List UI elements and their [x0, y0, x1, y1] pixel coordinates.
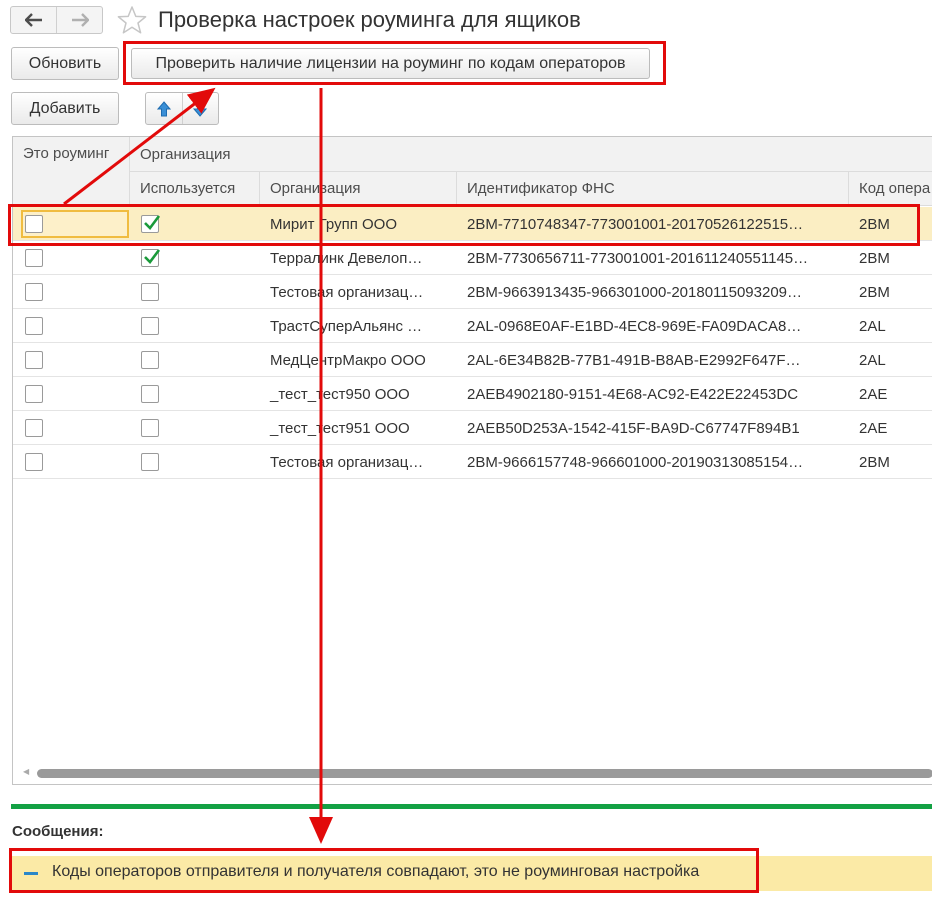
is-roaming-checkbox[interactable] — [25, 385, 43, 403]
checkmark-icon — [144, 249, 161, 264]
column-group-organization: Организация — [130, 137, 932, 172]
organization-cell: Тестовая организац… — [270, 283, 424, 301]
add-button[interactable]: Добавить — [11, 92, 119, 125]
used-checkbox[interactable] — [141, 283, 159, 301]
arrow-left-icon — [24, 13, 42, 27]
operator-code-cell: 2AE — [859, 419, 888, 437]
table-row[interactable]: Тестовая организац… 2BM-9663913435-96630… — [13, 275, 932, 309]
column-header-operator-code[interactable]: Код опера — [849, 172, 932, 206]
used-checkbox[interactable] — [141, 317, 159, 335]
used-checkbox[interactable] — [141, 249, 161, 267]
operator-code-cell: 2AL — [859, 317, 886, 335]
table-row[interactable]: Терралинк Девелоп… 2BM-7730656711-773001… — [13, 241, 932, 275]
operator-code-cell: 2BM — [859, 249, 890, 267]
is-roaming-checkbox[interactable] — [25, 419, 43, 437]
arrow-up-icon — [156, 100, 171, 116]
horizontal-scrollbar[interactable] — [37, 769, 932, 778]
arrow-right-icon — [71, 13, 89, 27]
history-nav — [10, 6, 103, 34]
organization-cell: ТрастСуперАльянс … — [270, 317, 423, 335]
highlight-message — [9, 848, 759, 893]
move-up-button[interactable] — [146, 93, 182, 124]
table-row[interactable]: _тест_тест950 ООО 2AEB4902180-9151-4E68-… — [13, 377, 932, 411]
fns-id-cell: 2AEB50D253A-1542-415F-BA9D-C67747F894B1 — [467, 419, 800, 437]
is-roaming-checkbox[interactable] — [25, 317, 43, 335]
used-checkbox[interactable] — [141, 453, 159, 471]
column-header-organization[interactable]: Организация — [260, 172, 457, 206]
star-icon — [117, 6, 147, 34]
column-header-fns-id[interactable]: Идентификатор ФНС — [457, 172, 849, 206]
fns-id-cell: 2AL-0968E0AF-E1BD-4EC8-969E-FA09DACA8… — [467, 317, 802, 335]
operator-code-cell: 2BM — [859, 453, 890, 471]
is-roaming-checkbox[interactable] — [25, 351, 43, 369]
forward-button[interactable] — [56, 7, 102, 33]
highlight-selected-row — [8, 204, 920, 246]
column-header-is-roaming[interactable]: Это роуминг — [13, 137, 130, 206]
favorite-button[interactable] — [116, 5, 148, 35]
organization-cell: Терралинк Девелоп… — [270, 249, 423, 267]
organization-cell: МедЦентрМакро ООО — [270, 351, 426, 369]
is-roaming-checkbox[interactable] — [25, 283, 43, 301]
table-row[interactable]: Тестовая организац… 2BM-9666157748-96660… — [13, 445, 932, 479]
used-checkbox[interactable] — [141, 351, 159, 369]
fns-id-cell: 2BM-9663913435-966301000-2018011509320​9… — [467, 283, 803, 301]
fns-id-cell: 2BM-9666157748-966601000-20190313085154… — [467, 453, 804, 471]
column-header-used[interactable]: Используется — [130, 172, 260, 206]
fns-id-cell: 2AL-6E34B82B-77B1-491B-B8AB-E2992F647F… — [467, 351, 801, 369]
used-checkbox[interactable] — [141, 419, 159, 437]
organization-cell: _тест_тест951 ООО — [270, 419, 410, 437]
is-roaming-checkbox[interactable] — [25, 249, 43, 267]
messages-divider — [11, 804, 932, 809]
move-buttons — [145, 92, 219, 125]
organization-cell: Тестовая организац… — [270, 453, 424, 471]
operator-code-cell: 2BM — [859, 283, 890, 301]
operator-code-cell: 2AL — [859, 351, 886, 369]
table-row[interactable]: _тест_тест951 ООО 2AEB50D253A-1542-415F-… — [13, 411, 932, 445]
is-roaming-checkbox[interactable] — [25, 453, 43, 471]
back-button[interactable] — [11, 7, 56, 33]
page-title: Проверка настроек роуминга для ящиков — [158, 7, 581, 32]
fns-id-cell: 2AEB4902180-9151-4E68-AC92-E422E22453DC — [467, 385, 799, 403]
operator-code-cell: 2AE — [859, 385, 888, 403]
scroll-left-icon[interactable]: ◀ — [23, 767, 29, 776]
messages-label: Сообщения: — [12, 823, 104, 840]
organization-cell: _тест_тест950 ООО — [270, 385, 410, 403]
move-down-button[interactable] — [181, 93, 219, 124]
table-row[interactable]: ТрастСуперАльянс … 2AL-0968E0AF-E1BD-4EC… — [13, 309, 932, 343]
table-row[interactable]: МедЦентрМакро ООО 2AL-6E34B82B-77B1-491B… — [13, 343, 932, 377]
highlight-check-button — [123, 41, 666, 85]
arrow-down-icon — [193, 101, 208, 117]
fns-id-cell: 2BM-7730656711-773001001-201611240551145… — [467, 249, 809, 267]
refresh-button[interactable]: Обновить — [11, 47, 119, 80]
used-checkbox[interactable] — [141, 385, 159, 403]
